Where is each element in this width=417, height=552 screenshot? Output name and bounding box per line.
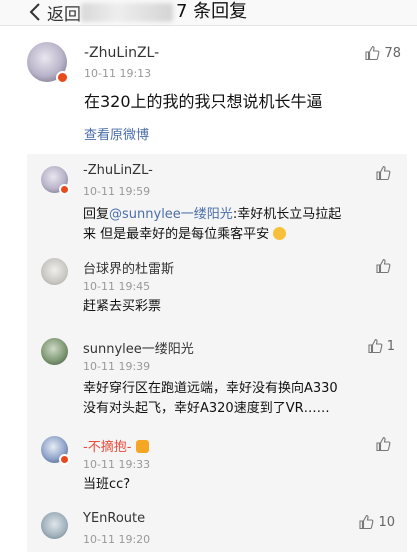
mention-link[interactable]: @sunnylee一缕阳光	[109, 207, 233, 222]
comment-time: 10-11 19:13	[84, 67, 152, 80]
like-button[interactable]: 10	[358, 514, 395, 530]
back-label: 返回	[47, 4, 81, 25]
thumbs-up-icon	[376, 165, 391, 181]
reply-prefix: 回复	[83, 207, 110, 222]
avatar-image	[41, 258, 68, 285]
reply-time: 10-11 19:45	[83, 280, 151, 293]
reply-text-line1: 幸好穿行区在跑道远端，幸好没有换向A330	[83, 381, 338, 396]
nav-bar: 返回 7 条回复	[0, 0, 417, 26]
like-button[interactable]	[375, 436, 395, 452]
reply-item: sunnylee一缕阳光 10-11 19:39 幸好穿行区在跑道远端，幸好没有…	[27, 330, 407, 426]
avatar[interactable]	[41, 436, 70, 465]
comment-text: 在320上的我的我只想说机长牛逼	[84, 92, 323, 111]
comment-username[interactable]: -ZhuLinZL-	[84, 45, 159, 61]
thumbs-up-icon	[365, 45, 380, 61]
avatar-image	[41, 512, 68, 539]
avatar[interactable]	[41, 338, 68, 365]
avatar[interactable]	[41, 512, 68, 539]
reply-username[interactable]: 台球界的杜雷斯	[83, 258, 174, 277]
reply-text-line2: 没有对头起飞，幸好A320速度到了VR……	[83, 401, 330, 416]
page-title: 7 条回复	[176, 1, 248, 22]
like-count: 10	[378, 514, 395, 530]
reply-time: 10-11 19:39	[83, 360, 151, 373]
reply-item: -不摘抱- 10-11 19:33 当班cc?	[27, 426, 407, 500]
replies-panel: -ZhuLinZL- 10-11 19:59 回复@sunnylee一缕阳光:幸…	[27, 154, 407, 552]
reply-text-line1: :幸好机长立马拉起	[232, 207, 342, 222]
reply-item: -ZhuLinZL- 10-11 19:59 回复@sunnylee一缕阳光:幸…	[27, 154, 407, 246]
like-button[interactable]	[375, 258, 395, 274]
like-count: 1	[386, 338, 395, 354]
main-comment: -ZhuLinZL- 10-11 19:13 在320上的我的我只想说机长牛逼 …	[0, 26, 417, 154]
reply-text-line2: 来 但是最幸好的是每位乘客平安	[83, 227, 270, 242]
reply-username[interactable]: sunnylee一缕阳光	[83, 338, 194, 357]
thumbs-up-icon	[368, 338, 383, 354]
reply-time: 10-11 19:20	[83, 533, 151, 546]
reply-item: 台球界的杜雷斯 10-11 19:45 赶紧去买彩票	[27, 246, 407, 318]
verified-badge-icon	[56, 71, 69, 84]
reply-username[interactable]: -ZhuLinZL-	[83, 163, 153, 178]
reply-username-text: -不摘抱-	[83, 440, 132, 455]
reply-username[interactable]: -不摘抱-	[83, 436, 149, 455]
view-original-link[interactable]: 查看原微博	[84, 124, 149, 143]
reply-item: YEnRoute 10-11 19:20 10	[27, 504, 407, 552]
thumbs-up-icon	[376, 258, 391, 274]
avatar-image	[41, 338, 68, 365]
reply-username[interactable]: YEnRoute	[83, 511, 145, 526]
avatar[interactable]	[27, 42, 69, 84]
member-badge-icon	[135, 440, 149, 453]
like-count: 78	[384, 45, 401, 61]
like-button[interactable]: 1	[367, 338, 395, 354]
reply-text: 幸好穿行区在跑道远端，幸好没有换向A330 没有对头起飞，幸好A320速度到了V…	[83, 379, 338, 419]
reply-text: 当班cc?	[83, 477, 131, 492]
thumbs-up-icon	[376, 436, 391, 452]
verified-badge-icon	[59, 454, 70, 465]
reply-time: 10-11 19:33	[83, 458, 151, 471]
verified-badge-icon	[59, 184, 70, 195]
like-button[interactable]	[375, 165, 395, 181]
reply-text: 赶紧去买彩票	[83, 299, 162, 314]
avatar[interactable]	[41, 166, 70, 195]
reply-text: 回复@sunnylee一缕阳光:幸好机长立马拉起 来 但是最幸好的是每位乘客平安	[83, 205, 341, 245]
chevron-left-icon	[29, 3, 40, 21]
back-button[interactable]: 返回	[27, 1, 81, 25]
thumbs-up-icon	[359, 514, 374, 530]
smile-emoji-icon	[273, 227, 287, 240]
blurred-region	[81, 3, 173, 22]
avatar[interactable]	[41, 258, 68, 285]
like-button[interactable]: 78	[364, 45, 401, 61]
reply-time: 10-11 19:59	[83, 185, 151, 198]
